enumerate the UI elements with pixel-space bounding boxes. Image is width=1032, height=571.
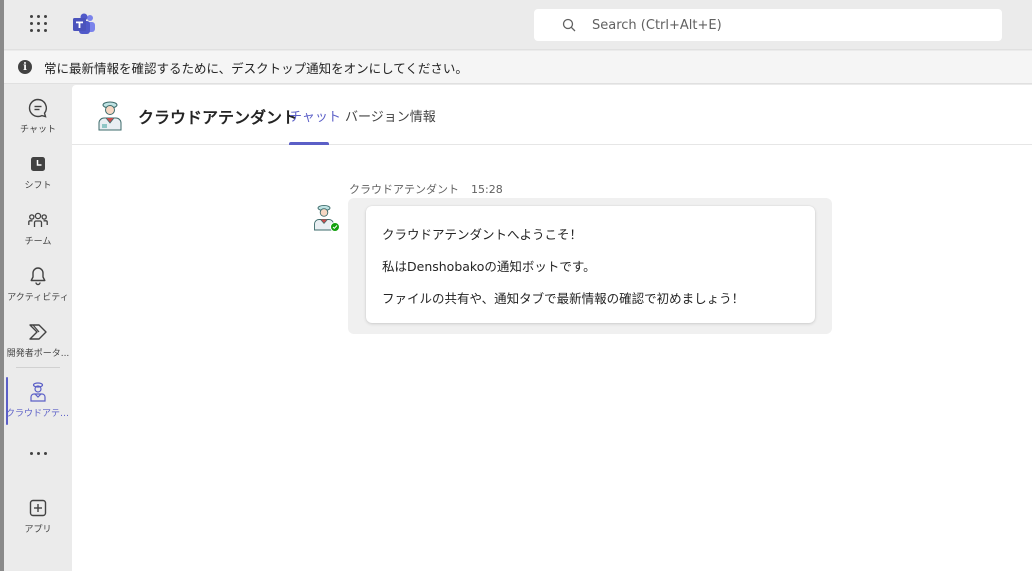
rail-label: アプリ [24,525,52,535]
tab-version-info[interactable]: バージョン情報 [345,106,436,125]
rail-label: クラウドアテン... [6,409,70,419]
chat-icon [28,98,47,118]
info-icon: i [18,60,32,74]
active-tab-indicator [289,142,329,145]
more-apps-button[interactable] [4,441,72,465]
app-title: クラウドアテンダント [138,108,299,127]
rail-item-chat[interactable]: チャット [4,89,72,145]
rail-item-shifts[interactable]: シフト [4,145,72,201]
ellipsis-icon [29,451,33,455]
rail-label: チャット [20,125,56,135]
message-line: ファイルの共有や、通知タブで最新情報の確認で初めましょう！ [382,291,745,306]
message-line: クラウドアテンダントへようこそ！ [382,227,583,242]
rail-item-teams[interactable]: チーム [4,201,72,257]
app-launcher-icon[interactable] [30,15,48,33]
rail-item-activity[interactable]: アクティビティ [4,257,72,313]
bell-icon [30,267,46,286]
search-input[interactable] [592,17,972,33]
message-time: 15:28 [471,183,503,196]
rail-label: 開発者ポータ... [6,349,70,359]
adaptive-card: クラウドアテンダントへようこそ！ 私はDenshobakoの通知ボットです。 フ… [366,206,815,323]
rail-label: シフト [24,181,52,191]
app-header: クラウドアテンダント チャット バージョン情報 [72,85,1032,145]
main-content: クラウドアテンダント チャット バージョン情報 クラウドアテンダント 15:28 … [72,85,1032,571]
search-icon [562,18,576,32]
teams-logo-icon [73,13,95,34]
rail-divider [16,367,60,368]
tab-chat[interactable]: チャット [289,106,341,125]
notification-text: 常に最新情報を確認するために、デスクトップ通知をオンにしてください。 [44,60,468,76]
rail-item-cloud-attendant[interactable]: クラウドアテン... [4,373,72,429]
rail-item-developer-portal[interactable]: 開発者ポータ... [4,313,72,369]
teams-icon [28,212,48,227]
search-box[interactable] [534,9,1002,41]
message-sender: クラウドアテンダント [349,183,459,196]
message-meta: クラウドアテンダント 15:28 [349,181,503,197]
developer-portal-icon [29,324,47,340]
rail-label: アクティビティ [7,293,69,303]
bot-icon [30,382,46,402]
title-bar [4,0,1032,50]
add-apps-icon [29,499,47,517]
message-line: 私はDenshobakoの通知ボットです。 [382,259,596,274]
rail-label: チーム [24,237,52,247]
bot-avatar-icon [98,101,122,131]
desktop-notification-banner: i 常に最新情報を確認するために、デスクトップ通知をオンにしてください。 [4,51,1032,84]
app-rail: チャット シフト チーム アクティビティ 開発者ポータ... クラウドアテン ア… [4,85,72,571]
presence-available-icon [330,222,340,232]
shifts-icon [31,157,45,171]
rail-item-apps[interactable]: アプリ [4,489,72,545]
